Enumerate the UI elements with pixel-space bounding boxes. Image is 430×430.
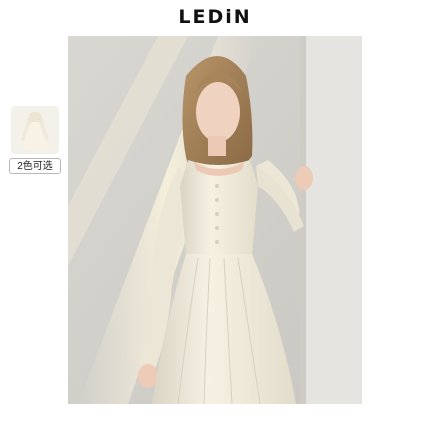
- color-count-badge: 2色可选: [9, 158, 61, 174]
- color-variant-selector[interactable]: 2色可选: [9, 106, 61, 174]
- variant-thumbnail[interactable]: [11, 106, 59, 154]
- brand-logo: LEDiN: [178, 6, 252, 28]
- product-photo: [68, 36, 362, 404]
